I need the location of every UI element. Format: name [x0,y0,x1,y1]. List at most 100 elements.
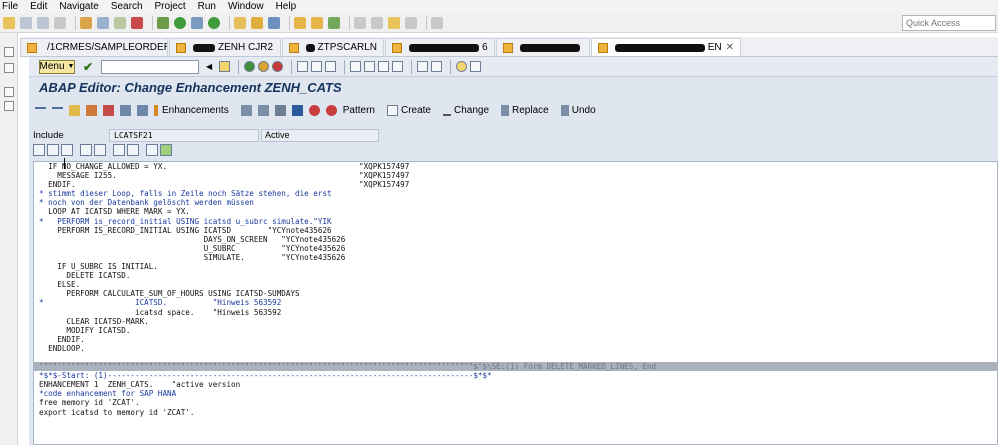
activate-icon[interactable] [103,104,114,116]
pin-icon[interactable] [431,16,443,29]
code-line[interactable]: PERFORM CALCULATE_SUM_OF_HOURS USING ICA… [34,289,997,298]
code-line[interactable]: SIMULATE. "YCYnote435626 [34,253,997,262]
enter-check-icon[interactable]: ✔ [83,60,93,74]
next-annotation-icon[interactable] [354,16,366,29]
set-session-breakpoint-icon[interactable] [325,104,337,116]
back-icon[interactable] [244,61,256,72]
debug-icon[interactable] [157,16,169,29]
new-icon[interactable] [3,16,15,29]
code-line[interactable]: U_SUBRC "YCYnote435626 [34,244,997,253]
code-line[interactable]: * ICATSD. "Hinweis 563592 [34,298,997,307]
code-line[interactable]: *code enhancement for SAP HANA [34,389,997,398]
change-button[interactable]: Change [442,105,489,116]
project-explorer-icon[interactable] [4,63,14,73]
run-config-icon[interactable] [191,16,203,29]
menu-search[interactable]: Search [111,1,143,12]
display-object-list-icon[interactable] [240,104,252,116]
test-icon[interactable] [120,104,131,116]
editor-tab[interactable] [496,38,590,56]
code-line[interactable]: DAYS_ON_SCREEN "YCYnote435626 [34,235,997,244]
check-syntax-icon[interactable] [86,104,97,116]
editor-tab[interactable]: /1CRMES/SAMPLEORDER Q [20,38,168,56]
code-line[interactable]: MODIFY ICATSD. [34,326,997,335]
find-icon[interactable] [311,61,323,72]
hierarchy-icon[interactable] [4,101,14,111]
run-icon[interactable] [174,16,186,29]
code-line[interactable]: ENDLOOP. [34,344,997,353]
navigation-window-icon[interactable] [257,104,269,116]
code-line[interactable]: *$*$-Start: (1)-------------------------… [34,371,997,380]
command-field[interactable] [101,59,200,74]
new-session-icon[interactable] [417,61,429,72]
code-line[interactable]: icatsd space. "Hinweis 563592 [34,308,997,317]
display-change-icon[interactable] [69,104,80,116]
close-icon[interactable]: ✕ [726,42,734,53]
print-icon[interactable] [54,16,66,29]
code-line[interactable]: IF U_SUBRC IS INITIAL. [34,262,997,271]
insert-icon[interactable] [146,144,158,156]
back-arrow-icon[interactable] [35,107,46,118]
find-next-icon[interactable] [325,61,337,72]
code-line[interactable] [34,353,997,362]
next-page-icon[interactable] [378,61,390,72]
code-line[interactable]: LOOP AT ICATSD WHERE MARK = YX. [34,207,997,216]
code-line[interactable]: * noch von der Datenbank gelöscht werden… [34,198,997,207]
undo-button[interactable]: Undo [560,104,596,116]
code-line[interactable]: * stimmt dieser Loop, falls in Zeile noc… [34,189,997,198]
shortcut-icon[interactable] [431,61,443,72]
restore-icon[interactable] [4,47,14,57]
previous-annotation-icon[interactable] [371,16,383,29]
code-editor[interactable]: IF NO_CHANGE_ALLOWED = YX. "XQPK157497 M… [33,161,998,445]
editor-tab[interactable]: ZTPSCARLN [282,38,384,56]
menu-run[interactable]: Run [198,1,216,12]
undo-icon[interactable] [80,144,92,156]
menu-help[interactable]: Help [276,1,297,12]
move-icon[interactable] [160,144,172,156]
first-page-icon[interactable] [350,61,362,72]
task-icon[interactable] [311,16,323,29]
exit-icon[interactable] [258,61,270,72]
hierarchy-icon[interactable] [274,104,286,116]
sap-menu-button[interactable]: Menu ▼ [39,59,75,74]
editor-tab[interactable]: ZENH CJR2 [169,38,281,56]
open-folder-icon[interactable] [234,16,246,29]
code-line[interactable]: ENDIF. [34,335,997,344]
menu-navigate[interactable]: Navigate [59,1,98,12]
code-line[interactable]: MESSAGE I255. "XQPK157497 [34,171,997,180]
code-line[interactable]: ENDIF. "XQPK157497 [34,180,997,189]
cancel-icon[interactable] [272,61,284,72]
code-line[interactable]: """"""""""""""""""""""""""""""""""""""""… [34,362,997,372]
code-line[interactable]: * PERFORM is_record_initial USING icatsd… [34,217,997,226]
code-line[interactable]: PERFORM IS_RECORD_INITIAL USING ICATSD "… [34,226,997,235]
activate-icon[interactable] [131,16,143,29]
customize-layout-icon[interactable] [470,61,482,72]
where-used-icon[interactable] [137,104,148,116]
include-field[interactable]: LCATSF21 [109,128,259,142]
external-tools-icon[interactable] [208,16,220,29]
code-line[interactable]: DELETE ICATSD. [34,271,997,280]
verify-icon[interactable] [328,16,340,29]
menu-file[interactable]: File [2,1,18,12]
cut-icon[interactable] [33,144,45,156]
code-line[interactable]: free memory id 'ZCAT'. [34,398,997,407]
quick-access-input[interactable] [902,15,996,31]
info-icon[interactable] [291,104,303,116]
save-icon[interactable] [20,16,32,29]
redo-icon[interactable] [94,144,106,156]
back-icon[interactable] [388,16,400,29]
chevron-down-icon[interactable]: ◀ [203,60,215,74]
create-button[interactable]: Create [386,104,431,116]
check-icon[interactable] [114,16,126,29]
upload-icon[interactable] [113,144,125,156]
code-line[interactable]: IF NO_CHANGE_ALLOWED = YX. "XQPK157497 [34,162,997,171]
menu-project[interactable]: Project [155,1,186,12]
code-line[interactable]: ELSE. [34,280,997,289]
save-icon[interactable] [219,61,231,72]
pencil-icon[interactable] [251,16,263,29]
open-object-icon[interactable] [97,16,109,29]
save-all-icon[interactable] [37,16,49,29]
editor-tab-active[interactable]: EN ✕ [591,38,741,56]
search-icon[interactable] [268,16,280,29]
forward-icon[interactable] [405,16,417,29]
set-breakpoint-icon[interactable] [308,104,320,116]
